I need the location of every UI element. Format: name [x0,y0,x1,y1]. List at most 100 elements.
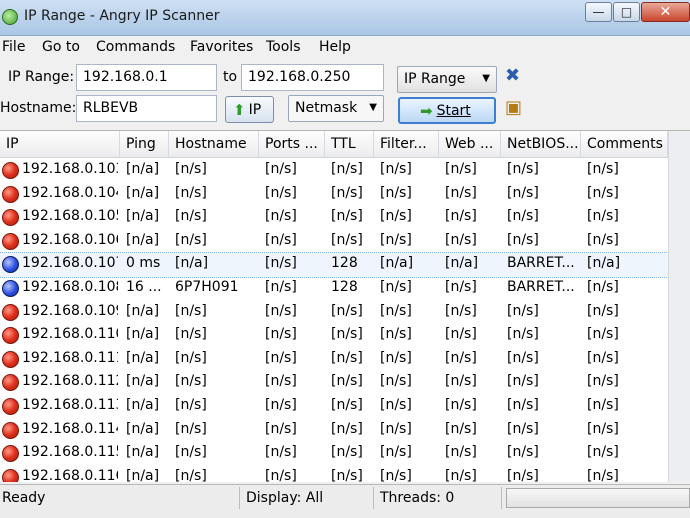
cell-filtered: [n/s] [380,420,412,437]
host-dead-icon [2,327,19,345]
netmask-select-value: Netmask [295,100,358,116]
cell-web: [n/s] [445,278,477,295]
cell-filtered: [n/s] [380,302,412,319]
table-row[interactable]: 192.168.0.110 [n/a] [n/s] [n/s] [n/s] [n/s] [n… [0,324,690,348]
cell-ping: 0 ms [126,255,161,272]
cell-comments: [n/s] [587,467,619,482]
table-row[interactable]: 192.168.0.108 16 ... 6P7H091 [n/s] 128 [n/s] [… [0,277,690,301]
table-row[interactable]: 192.168.0.116 [n/a] [n/s] [n/s] [n/s] [n/s] [n… [0,466,690,482]
maximize-button[interactable]: □ [613,2,640,22]
menu-help[interactable]: Help [319,39,351,55]
close-button[interactable]: ✕ [641,2,690,22]
cell-netbios: [n/s] [507,349,539,366]
table-row[interactable]: 192.168.0.112 [n/a] [n/s] [n/s] [n/s] [n/s] [n… [0,371,690,395]
title-bar[interactable]: IP Range - Angry IP Scanner — □ ✕ [0,0,690,36]
table-row[interactable]: 192.168.0.106 [n/a] [n/s] [n/s] [n/s] [n/s] [n… [0,230,690,254]
host-alive-icon [2,279,19,297]
cell-ip: 192.168.0.109 [22,302,118,319]
cell-comments: [n/s] [587,396,619,413]
cell-ttl: [n/s] [331,444,363,461]
menu-favorites[interactable]: Favorites [190,39,253,55]
cell-ports: [n/s] [265,161,297,177]
menu-tools[interactable]: Tools [266,39,301,55]
table-row[interactable]: 192.168.0.109 [n/a] [n/s] [n/s] [n/s] [n/s] [n… [0,301,690,325]
hostname-label: Hostname: [0,100,77,116]
netmask-select[interactable]: Netmask ▼ [288,95,384,122]
host-dead-icon [2,445,19,463]
cell-netbios: [n/s] [507,184,539,201]
cell-web: [n/s] [445,161,477,177]
ip-button[interactable]: ⬆ IP [225,96,274,123]
cell-netbios: [n/s] [507,208,539,225]
header-col-ping[interactable]: Ping [120,131,169,158]
cell-netbios: BARRET... [507,278,575,295]
close-icon: ✕ [659,4,672,20]
header-col-hostname[interactable]: Hostname [169,131,259,158]
cell-ping: 16 ... [126,278,162,295]
cell-hostname: [n/s] [175,373,207,390]
feeder-select[interactable]: IP Range ▼ [397,66,497,93]
cell-ip: 192.168.0.115 [22,444,118,461]
cell-hostname: [n/s] [175,208,207,225]
host-dead-icon [2,185,19,203]
table-row[interactable]: 192.168.0.104 [n/a] [n/s] [n/s] [n/s] [n/s] [n… [0,183,690,207]
display-filter[interactable]: Display: All [244,487,374,509]
menu-goto[interactable]: Go to [42,39,80,55]
table-row[interactable]: 192.168.0.105 [n/a] [n/s] [n/s] [n/s] [n/s] [n… [0,206,690,230]
cell-comments: [n/a] [587,255,621,272]
menu-commands[interactable]: Commands [96,39,175,55]
table-row[interactable]: 192.168.0.115 [n/a] [n/s] [n/s] [n/s] [n/s] [n… [0,442,690,466]
cell-ttl: 128 [331,255,358,272]
chevron-down-icon: ▼ [482,73,490,84]
cell-filtered: [n/s] [380,231,412,248]
feeder-select-value: IP Range [404,71,466,87]
header-col-filtered[interactable]: Filter... [374,131,439,158]
header-col-web[interactable]: Web ... [439,131,501,158]
cell-netbios: [n/s] [507,161,539,177]
cell-ttl: [n/s] [331,231,363,248]
header-col-ports[interactable]: Ports ... [259,131,325,158]
host-dead-icon [2,468,19,482]
results-table[interactable]: IP Ping Hostname Ports ... TTL Filter... Web .… [0,130,690,482]
header-col-netbios[interactable]: NetBIOS... [501,131,581,158]
cell-filtered: [n/s] [380,326,412,343]
cell-ttl: [n/s] [331,184,363,201]
chevron-down-icon: ▼ [369,102,377,113]
cell-netbios: [n/s] [507,373,539,390]
cell-web: [n/s] [445,396,477,413]
cell-ping: [n/a] [126,349,160,366]
header-col-ttl[interactable]: TTL [325,131,374,158]
cell-ip: 192.168.0.113 [22,396,118,413]
table-row[interactable]: 192.168.0.114 [n/a] [n/s] [n/s] [n/s] [n/s] [n… [0,419,690,443]
table-row[interactable]: 192.168.0.113 [n/a] [n/s] [n/s] [n/s] [n/s] [n… [0,395,690,419]
cell-comments: [n/s] [587,373,619,390]
vertical-scrollbar[interactable] [668,131,690,482]
cell-comments: [n/s] [587,184,619,201]
menu-file[interactable]: File [2,39,25,55]
table-row[interactable]: 192.168.0.107 0 ms [n/a] [n/s] 128 [n/a] [n/a]… [0,252,690,278]
wrench-screwdriver-icon[interactable]: ✖ [505,67,520,85]
host-dead-icon [2,303,19,321]
header-col-ip[interactable]: IP [0,131,120,158]
cell-ttl: [n/s] [331,208,363,225]
cell-filtered: [n/s] [380,184,412,201]
cell-ping: [n/a] [126,373,160,390]
range-end-input[interactable]: 192.168.0.250 [241,64,384,91]
table-row[interactable]: 192.168.0.103 [n/a] [n/s] [n/s] [n/s] [n/s] [n… [0,159,690,183]
cell-netbios: [n/s] [507,302,539,319]
cell-comments: [n/s] [587,231,619,248]
cell-netbios: [n/s] [507,420,539,437]
cell-comments: [n/s] [587,349,619,366]
host-dead-icon [2,421,19,439]
table-row[interactable]: 192.168.0.111 [n/a] [n/s] [n/s] [n/s] [n/s] [n… [0,348,690,372]
hostname-input[interactable]: RLBEVB [76,95,217,122]
cell-hostname: [n/s] [175,396,207,413]
minimize-button[interactable]: — [585,2,612,22]
cell-web: [n/s] [445,467,477,482]
start-button[interactable]: ➡ Start [398,97,496,124]
open-box-icon[interactable]: ▣ [505,99,522,117]
header-col-comments[interactable]: Comments [581,131,668,158]
range-start-input[interactable]: 192.168.0.1 [76,64,217,91]
scan-progress-bar [506,488,690,508]
cell-comments: [n/s] [587,302,619,319]
